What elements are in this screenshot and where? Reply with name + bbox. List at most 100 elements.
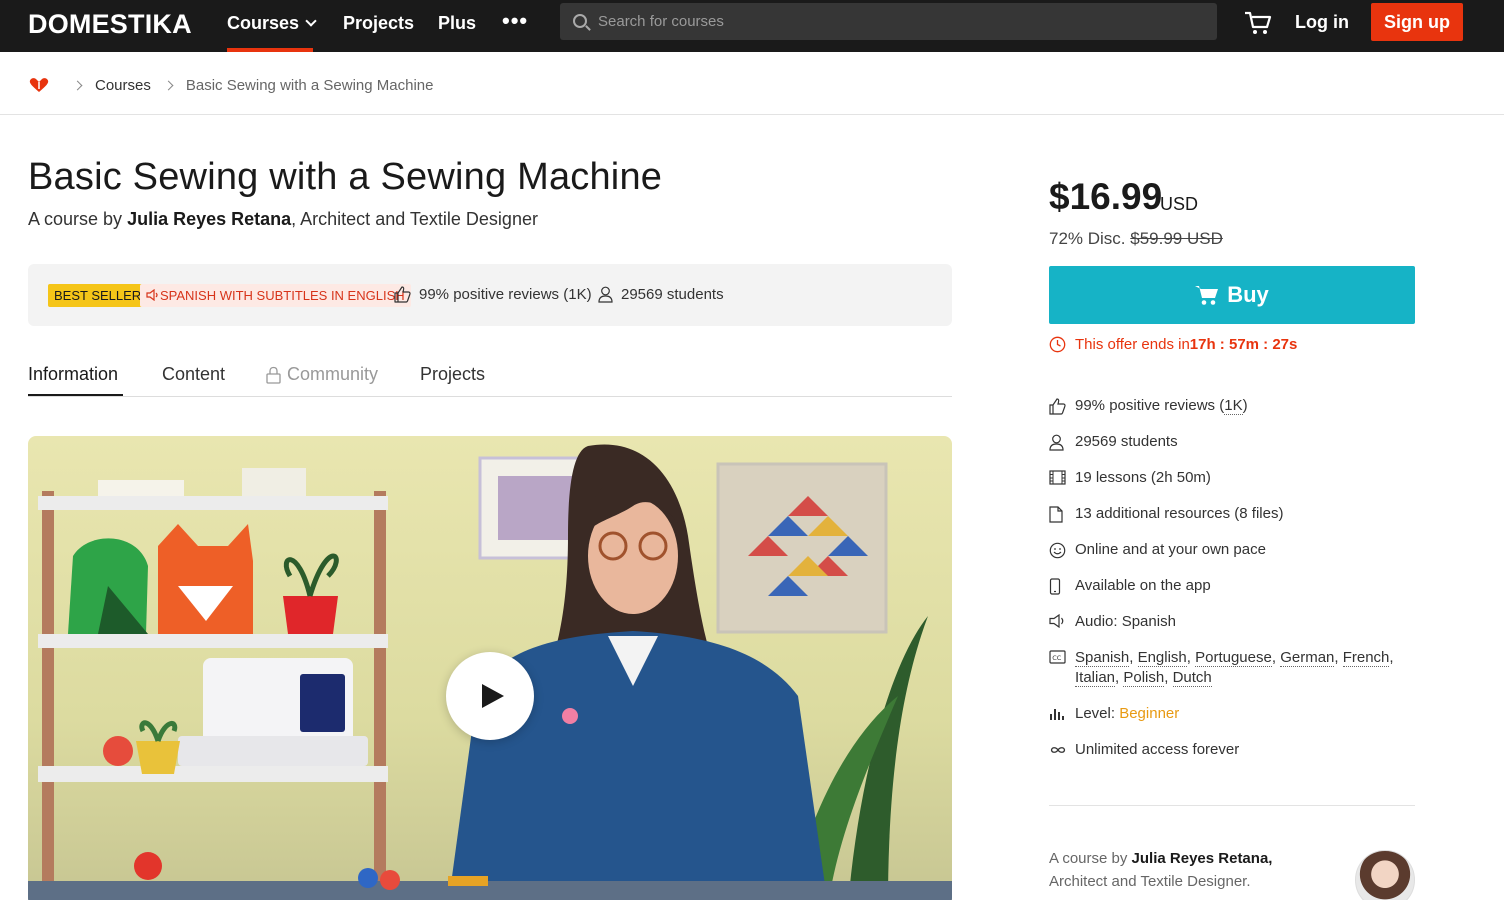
course-byline: A course by Julia Reyes Retana, Architec… bbox=[28, 209, 538, 230]
buy-button[interactable]: Buy bbox=[1049, 266, 1415, 324]
sidebar-author-role: Architect and Textile Designer. bbox=[1049, 873, 1251, 890]
breadcrumb-separator-icon bbox=[163, 80, 174, 90]
closed-captions-icon: CC bbox=[1049, 650, 1066, 664]
user-icon bbox=[1049, 434, 1064, 451]
play-button[interactable] bbox=[446, 652, 534, 740]
tab-community-label: Community bbox=[287, 364, 379, 384]
subtitle-language[interactable]: English bbox=[1137, 649, 1187, 667]
sidebar-author-name[interactable]: Julia Reyes Retana, bbox=[1132, 850, 1273, 867]
search-input[interactable] bbox=[598, 3, 1198, 40]
search-icon bbox=[573, 14, 587, 28]
feature-lessons: 19 lessons (2h 50m) bbox=[1049, 468, 1415, 488]
byline-prefix: A course by bbox=[28, 209, 128, 229]
feature-subtitles: CC Spanish, English, Portuguese, German,… bbox=[1049, 648, 1415, 688]
course-price: $16.99 bbox=[1049, 176, 1163, 217]
nav-courses-label: Courses bbox=[227, 13, 300, 33]
feature-reviews-prefix: 99% positive reviews ( bbox=[1075, 397, 1225, 414]
smiley-icon bbox=[1049, 542, 1066, 559]
tab-information[interactable]: Information bbox=[28, 364, 118, 385]
subtitle-language[interactable]: German bbox=[1280, 649, 1335, 667]
more-menu-icon[interactable]: ••• bbox=[502, 8, 528, 34]
thumbs-up-icon bbox=[394, 286, 411, 303]
page-title: Basic Sewing with a Sewing Machine bbox=[28, 156, 663, 198]
signup-button[interactable]: Sign up bbox=[1371, 3, 1463, 41]
chevron-down-icon bbox=[305, 15, 317, 27]
reviews-count-link[interactable]: 1K bbox=[1224, 397, 1243, 415]
subtitle-language[interactable]: French bbox=[1342, 649, 1390, 667]
course-badges-bar: BEST SELLER SPANISH WITH SUBTITLES IN EN… bbox=[28, 264, 952, 326]
svg-text:CC: CC bbox=[1052, 654, 1062, 662]
feature-audio-text: Audio: Spanish bbox=[1075, 613, 1176, 630]
original-price: $59.99 USD bbox=[1130, 229, 1223, 248]
price-currency: USD bbox=[1160, 194, 1199, 214]
mobile-phone-icon bbox=[1049, 578, 1061, 595]
author-link[interactable]: Julia Reyes Retana bbox=[127, 209, 291, 229]
sidebar-author-prefix: A course by bbox=[1049, 850, 1132, 867]
clock-icon bbox=[1049, 336, 1066, 353]
feature-audio: Audio: Spanish bbox=[1049, 612, 1415, 632]
search-bar[interactable] bbox=[560, 3, 1217, 40]
course-features-list: 99% positive reviews (1K) 29569 students… bbox=[1049, 396, 1415, 776]
tab-content[interactable]: Content bbox=[162, 364, 225, 385]
language-badge: SPANISH WITH SUBTITLES IN ENGLISH bbox=[140, 284, 411, 307]
feature-app: Available on the app bbox=[1049, 576, 1415, 596]
tab-projects[interactable]: Projects bbox=[420, 364, 485, 385]
feature-app-text: Available on the app bbox=[1075, 577, 1211, 594]
cart-icon bbox=[1195, 286, 1219, 305]
nav-courses[interactable]: Courses bbox=[227, 13, 317, 34]
offer-text: This offer ends in bbox=[1075, 336, 1190, 353]
best-seller-badge: BEST SELLER bbox=[48, 284, 148, 307]
active-tab-indicator bbox=[28, 394, 123, 396]
domestika-logo[interactable]: DOMESTIKA bbox=[28, 9, 192, 40]
subtitle-language[interactable]: Italian bbox=[1075, 669, 1116, 687]
breadcrumb-courses[interactable]: Courses bbox=[95, 77, 151, 94]
feature-access: Unlimited access forever bbox=[1049, 740, 1415, 760]
feature-students-text: 29569 students bbox=[1075, 433, 1178, 450]
lock-icon bbox=[266, 366, 281, 384]
infinity-icon bbox=[1050, 747, 1066, 753]
sidebar-author: A course by Julia Reyes Retana, Architect… bbox=[1049, 847, 1272, 893]
tab-community[interactable]: Community bbox=[265, 364, 378, 385]
thumbs-up-icon bbox=[1049, 398, 1066, 415]
buy-button-label: Buy bbox=[1227, 282, 1269, 307]
discount-info: 72% Disc. $59.99 USD bbox=[1049, 229, 1223, 249]
home-heart-icon[interactable] bbox=[28, 77, 50, 93]
language-badge-label: SPANISH WITH SUBTITLES IN ENGLISH bbox=[160, 288, 405, 303]
top-navbar: DOMESTIKA Courses Projects Plus ••• Log … bbox=[0, 0, 1504, 52]
students-stat: 29569 students bbox=[598, 286, 724, 303]
feature-students: 29569 students bbox=[1049, 432, 1415, 452]
feature-pace-text: Online and at your own pace bbox=[1075, 541, 1266, 558]
login-link[interactable]: Log in bbox=[1295, 12, 1349, 33]
user-icon bbox=[598, 286, 613, 303]
file-icon bbox=[1049, 506, 1063, 523]
subtitle-language[interactable]: Dutch bbox=[1172, 669, 1212, 687]
feature-resources-text: 13 additional resources (8 files) bbox=[1075, 505, 1284, 522]
author-avatar[interactable] bbox=[1355, 850, 1415, 900]
feature-level: Level: Beginner bbox=[1049, 704, 1415, 724]
feature-reviews-suffix: ) bbox=[1242, 397, 1248, 414]
breadcrumb: Courses Basic Sewing with a Sewing Machi… bbox=[28, 74, 433, 96]
course-tabs: Information Content Community Projects bbox=[28, 362, 952, 397]
bar-chart-icon bbox=[1050, 709, 1064, 720]
speaker-icon bbox=[1049, 614, 1064, 628]
feature-reviews: 99% positive reviews (1K) bbox=[1049, 396, 1415, 416]
nav-active-indicator bbox=[227, 48, 313, 52]
offer-timer: 17h : 57m : 27s bbox=[1189, 336, 1298, 353]
sidebar-divider bbox=[1049, 805, 1415, 806]
course-video-player[interactable] bbox=[28, 436, 952, 900]
header-divider bbox=[0, 114, 1504, 115]
reviews-text: 99% positive reviews (1K) bbox=[419, 286, 592, 303]
subtitle-language[interactable]: Polish bbox=[1123, 669, 1165, 687]
nav-plus[interactable]: Plus bbox=[438, 13, 476, 34]
feature-access-text: Unlimited access forever bbox=[1075, 741, 1240, 758]
subtitle-language[interactable]: Portuguese bbox=[1195, 649, 1272, 667]
film-icon bbox=[1049, 470, 1066, 485]
feature-resources: 13 additional resources (8 files) bbox=[1049, 504, 1415, 524]
subtitle-language[interactable]: Spanish bbox=[1075, 649, 1130, 667]
speaker-icon bbox=[146, 288, 158, 302]
cart-icon[interactable] bbox=[1243, 9, 1273, 37]
breadcrumb-separator-icon bbox=[72, 80, 83, 90]
nav-projects[interactable]: Projects bbox=[343, 13, 414, 34]
discount-percent: 72% Disc. bbox=[1049, 229, 1131, 248]
breadcrumb-current: Basic Sewing with a Sewing Machine bbox=[185, 76, 434, 94]
